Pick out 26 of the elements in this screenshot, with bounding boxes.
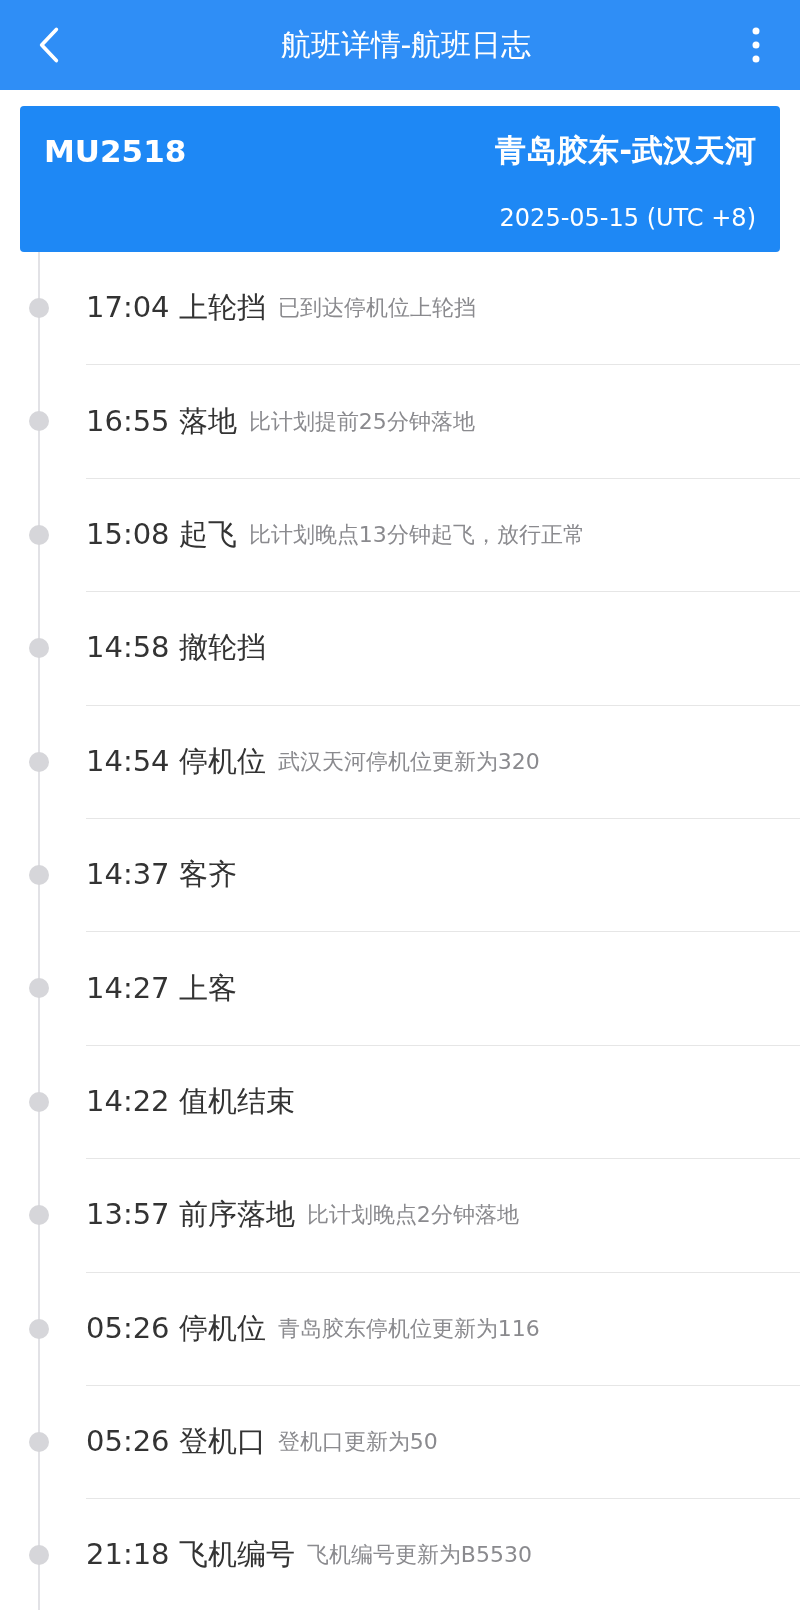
event-detail: 比计划提前25分钟落地 [248,407,475,436]
event-title: 14:22 值机结束 [86,1082,295,1120]
event-detail: 比计划晚点13分钟起飞，放行正常 [248,520,585,549]
flight-number: MU2518 [44,133,187,169]
event-title: 14:58 撤轮挡 [86,629,266,667]
event-title: 05:26 登机口 [86,1423,266,1461]
event-title: 21:18 飞机编号 [86,1536,295,1574]
back-icon[interactable] [38,26,60,64]
event-title: 05:26 停机位 [86,1309,266,1347]
event-detail: 飞机编号更新为B5530 [306,1541,532,1570]
flight-route: 青岛胶东-武汉天河 [495,131,756,170]
event-title: 14:54 停机位 [86,742,266,780]
event-title: 14:37 客齐 [86,856,237,894]
flight-date: 2025-05-15 (UTC +8) [499,204,756,232]
event-detail: 登机口更新为50 [277,1428,438,1457]
event-title: 14:27 上客 [86,969,237,1007]
event-title: 17:04 上轮挡 [86,289,266,327]
event-detail: 比计划晚点2分钟落地 [306,1201,519,1230]
event-title: 16:55 落地 [86,402,237,440]
event-title: 15:08 起飞 [86,515,237,553]
event-title: 13:57 前序落地 [86,1196,295,1234]
event-detail: 青岛胶东停机位更新为116 [277,1314,540,1343]
page-title: 航班详情-航班日志 [279,25,533,64]
event-detail: 已到达停机位上轮挡 [277,294,476,323]
event-detail: 武汉天河停机位更新为320 [277,747,540,776]
more-icon[interactable] [752,27,760,63]
